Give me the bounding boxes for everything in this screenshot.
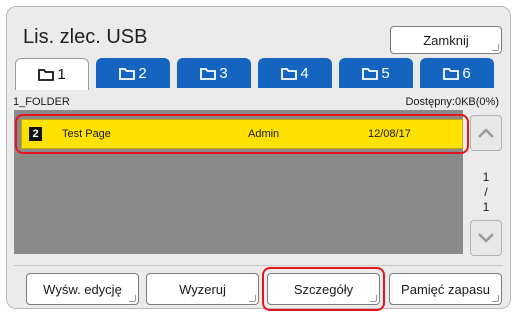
folder-info: 1_FOLDER Dostępny:0KB(0%) [13,96,499,108]
page-current: 1 [482,170,490,184]
chevron-down-icon [478,233,494,243]
job-number: 2 [29,127,42,141]
button-corner-mark [370,295,377,302]
backup-memory-button[interactable]: Pamięć zapasu [389,273,502,305]
tab-folder-3[interactable]: 3 [177,58,251,88]
close-button[interactable]: Zamknij [390,26,502,54]
button-corner-mark [129,295,136,302]
page-separator: / [484,185,488,199]
job-row[interactable]: 2 Test Page Admin 12/08/17 [21,119,463,149]
tab-label: 4 [300,64,309,82]
page-total: 1 [482,200,490,214]
details-button[interactable]: Szczegóły [267,273,380,305]
folder-icon [281,67,298,80]
preview-edit-button[interactable]: Wyśw. edycję [26,273,139,305]
tab-label: 6 [462,64,471,82]
tab-label: 2 [138,64,147,82]
tab-folder-5[interactable]: 5 [339,58,413,88]
tab-folder-2[interactable]: 2 [96,58,170,88]
details-label: Szczegóły [293,281,354,297]
tab-folder-6[interactable]: 6 [420,58,494,88]
preview-edit-label: Wyśw. edycję [43,281,122,297]
folder-tabs: 1 2 3 4 5 6 [15,58,497,90]
tab-folder-1[interactable]: 1 [15,58,89,90]
window-title: Lis. zlec. USB [23,26,148,48]
folder-icon [362,67,379,80]
chevron-up-icon [478,128,494,138]
reset-label: Wyzeruj [179,281,226,297]
folder-icon [200,67,217,80]
page-indicator: 1 / 1 [470,170,502,215]
close-button-label: Zamknij [423,32,469,48]
tab-label: 5 [381,64,390,82]
tab-label: 1 [57,66,66,83]
folder-icon [443,67,460,80]
job-date: 12/08/17 [368,128,411,140]
job-name: Test Page [62,128,111,140]
available-space: Dostępny:0KB(0%) [405,96,499,108]
scroll-down-button[interactable] [470,220,502,256]
backup-memory-label: Pamięć zapasu [401,281,490,297]
folder-name: 1_FOLDER [13,96,70,108]
tab-folder-4[interactable]: 4 [258,58,332,88]
reset-button[interactable]: Wyzeruj [146,273,259,305]
button-corner-mark [249,295,256,302]
tab-label: 3 [219,64,228,82]
folder-icon [38,69,55,81]
button-corner-mark [492,295,499,302]
scroll-up-button[interactable] [470,115,502,151]
button-corner-mark [492,44,499,51]
job-owner: Admin [248,128,280,140]
divider [14,265,503,266]
folder-icon [119,67,136,80]
